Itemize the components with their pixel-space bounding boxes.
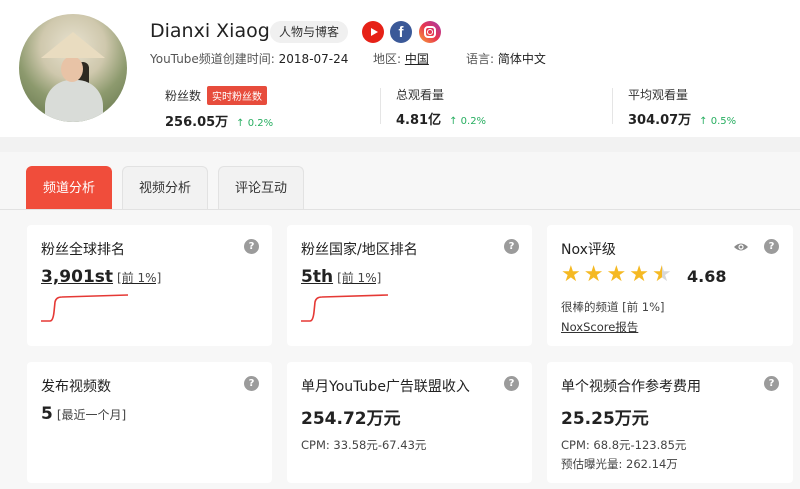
- global-rank-value[interactable]: 3,901st [前 1%]: [41, 267, 161, 287]
- card-title: Nox评级: [561, 242, 616, 258]
- avg-views-change: ↑ 0.5%: [699, 116, 737, 127]
- eye-icon[interactable]: [733, 239, 749, 255]
- nox-description: 很棒的频道 [前 1%]: [561, 300, 665, 314]
- star-icon: ★: [561, 262, 581, 287]
- revenue-cpm: CPM: 33.58元-67.43元: [301, 438, 427, 452]
- card-title: 粉丝国家/地区排名: [301, 242, 418, 258]
- divider: [612, 88, 613, 124]
- card-video-count: 发布视频数 ? 5 [最近一个月]: [27, 362, 272, 483]
- card-video-cost: 单个视频合作参考费用 ? 25.25万元 CPM: 68.8元-123.85元 …: [547, 362, 793, 483]
- star-icon: ★: [606, 262, 627, 287]
- card-nox-rating: Nox评级 ? ★ ★ ★ ★ ★ 4.68 很棒的频道 [前 1%] NoxS…: [547, 225, 793, 346]
- card-title: 单月YouTube广告联盟收入: [301, 379, 470, 395]
- help-icon[interactable]: ?: [764, 376, 779, 391]
- region: 地区: 中国: [373, 52, 429, 66]
- stat-total-views: 总观看量 4.81亿 ↑ 0.2%: [396, 88, 487, 128]
- nox-score: 4.68: [687, 267, 727, 286]
- category-tag[interactable]: 人物与博客: [270, 21, 349, 43]
- created-date: YouTube频道创建时间: 2018-07-24: [150, 52, 349, 66]
- youtube-icon[interactable]: [362, 21, 384, 43]
- card-monthly-revenue: 单月YouTube广告联盟收入 ? 254.72万元 CPM: 33.58元-6…: [287, 362, 532, 483]
- subscribers-change: ↑ 0.2%: [236, 118, 274, 129]
- total-views-change: ↑ 0.2%: [449, 116, 487, 127]
- help-icon[interactable]: ?: [764, 239, 779, 254]
- subscribers-value: 256.05万: [165, 115, 229, 130]
- channel-header: Dianxi Xiaoge 人物与博客 f YouTube频道创建时间: 201…: [0, 0, 800, 137]
- divider: [380, 88, 381, 124]
- estimated-exposure: 预估曝光量: 262.14万: [561, 457, 678, 471]
- global-rank-trend-line: [41, 294, 129, 322]
- help-icon[interactable]: ?: [504, 376, 519, 391]
- stat-avg-views: 平均观看量 304.07万 ↑ 0.5%: [628, 88, 737, 128]
- avatar[interactable]: [19, 14, 127, 122]
- card-title: 单个视频合作参考费用: [561, 379, 701, 395]
- card-country-rank: 粉丝国家/地区排名 ? 5th [前 1%]: [287, 225, 532, 346]
- star-icon: ★: [629, 262, 649, 287]
- help-icon[interactable]: ?: [244, 376, 259, 391]
- tab-channel-analysis[interactable]: 频道分析: [26, 166, 113, 210]
- realtime-subscribers-button[interactable]: 实时粉丝数: [207, 86, 268, 105]
- help-icon[interactable]: ?: [504, 239, 519, 254]
- country-rank-trend-line: [301, 294, 389, 322]
- star-rating: ★ ★ ★ ★ ★: [561, 264, 672, 286]
- total-views-value: 4.81亿: [396, 113, 442, 128]
- half-star-icon: ★: [651, 262, 672, 287]
- card-global-rank: 粉丝全球排名 ? 3,901st [前 1%]: [27, 225, 272, 346]
- cost-cpm: CPM: 68.8元-123.85元: [561, 438, 687, 452]
- tab-comment-interaction[interactable]: 评论互动: [218, 166, 305, 210]
- cost-value: 25.25万元: [561, 409, 649, 429]
- channel-name: Dianxi Xiaoge: [150, 20, 282, 42]
- tab-video-analysis[interactable]: 视频分析: [122, 166, 209, 210]
- tab-divider: [0, 209, 800, 210]
- noxscore-report-link[interactable]: NoxScore报告: [561, 319, 638, 335]
- card-title: 粉丝全球排名: [41, 242, 125, 258]
- instagram-icon[interactable]: [419, 21, 441, 43]
- card-title: 发布视频数: [41, 379, 111, 395]
- video-count-value: 5 [最近一个月]: [41, 404, 127, 424]
- stat-subscribers: 粉丝数 实时粉丝数 256.05万 ↑ 0.2%: [165, 86, 274, 130]
- region-link[interactable]: 中国: [405, 52, 429, 66]
- country-rank-value[interactable]: 5th [前 1%]: [301, 267, 381, 287]
- revenue-value: 254.72万元: [301, 409, 401, 429]
- star-icon: ★: [583, 262, 604, 287]
- language: 语言: 简体中文: [466, 52, 546, 66]
- help-icon[interactable]: ?: [244, 239, 259, 254]
- facebook-icon[interactable]: f: [390, 21, 412, 43]
- avg-views-value: 304.07万: [628, 113, 692, 128]
